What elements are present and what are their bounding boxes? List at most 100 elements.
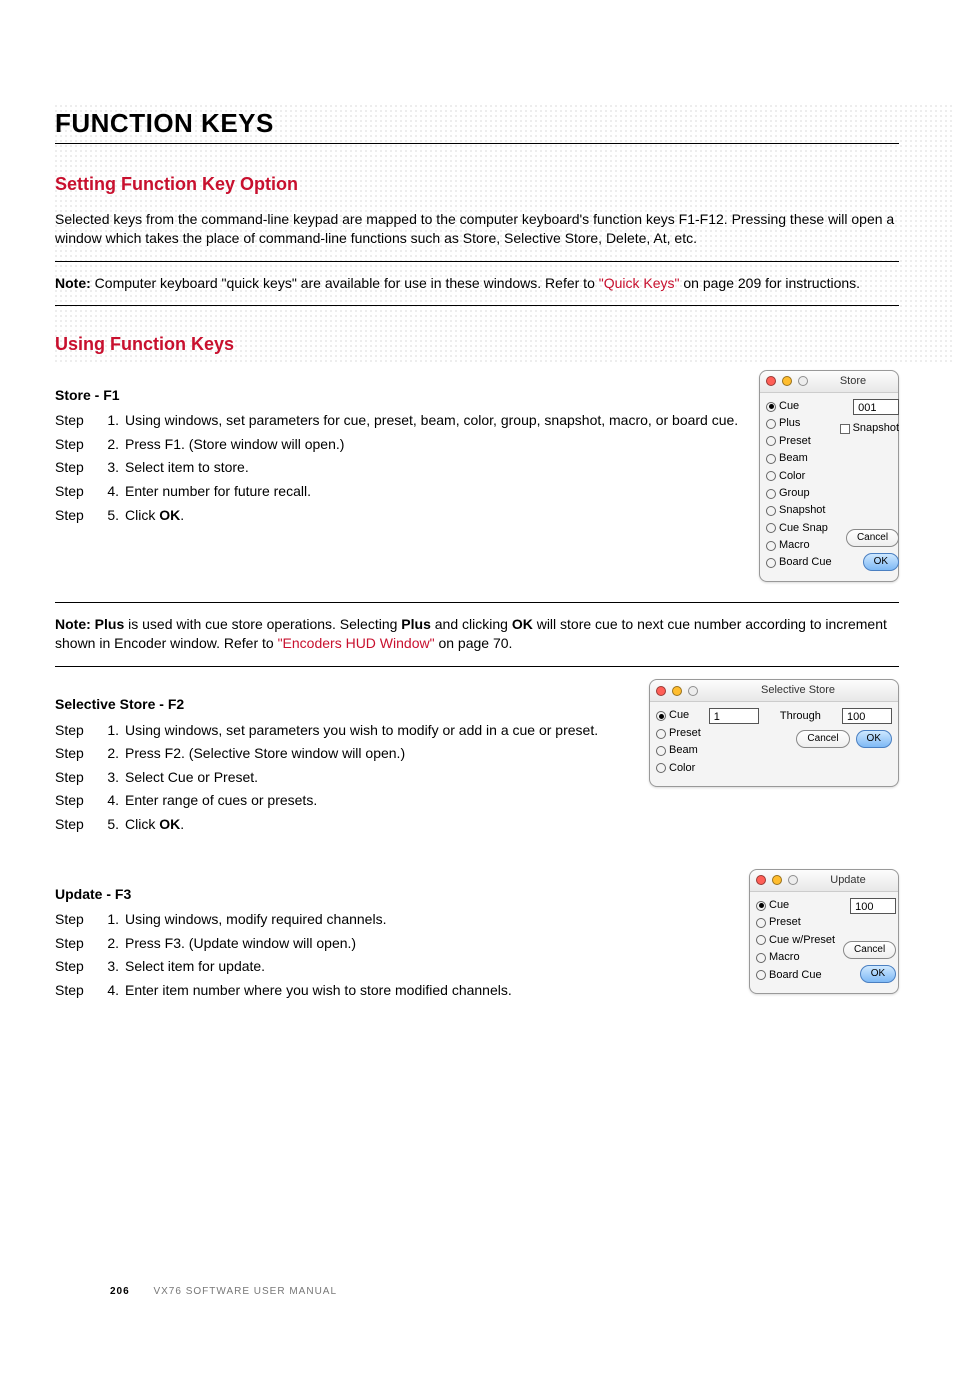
- step-label: Step: [55, 721, 103, 741]
- checkbox-snapshot[interactable]: [840, 424, 850, 434]
- step-number: 5.: [103, 815, 125, 835]
- note-text: Plus: [91, 616, 124, 632]
- dialog-title: Selective Store: [704, 683, 892, 698]
- radio-cue[interactable]: [756, 901, 766, 911]
- cancel-button[interactable]: Cancel: [846, 529, 899, 547]
- dialog-title: Store: [814, 374, 892, 389]
- dialog-update: Update Cue Preset Cue w/Preset Macro Boa…: [749, 869, 899, 994]
- cancel-button[interactable]: Cancel: [796, 730, 849, 748]
- radio-label: Preset: [769, 915, 801, 930]
- radio-cue[interactable]: [766, 402, 776, 412]
- zoom-icon[interactable]: [798, 376, 808, 386]
- radio-color[interactable]: [656, 763, 666, 773]
- step-number: 2.: [103, 934, 125, 954]
- radio-label: Beam: [779, 451, 808, 466]
- step-number: 3.: [103, 957, 125, 977]
- minimize-icon[interactable]: [782, 376, 792, 386]
- ok-button[interactable]: OK: [863, 553, 899, 571]
- radio-snapshot[interactable]: [766, 506, 776, 516]
- step-text: Select Cue or Preset.: [125, 768, 629, 788]
- dialog-store: Store Cue Plus Preset Beam Color Group S…: [759, 370, 899, 582]
- ok-button[interactable]: OK: [860, 965, 896, 983]
- step-number: 3.: [103, 458, 125, 478]
- step-number: 1.: [103, 721, 125, 741]
- subhead-selective-store: Selective Store - F2: [55, 695, 629, 715]
- step-text: Using windows, set parameters you wish t…: [125, 721, 629, 741]
- intro-paragraph: Selected keys from the command-line keyp…: [55, 210, 899, 249]
- radio-label: Group: [779, 486, 810, 501]
- page-footer: 206 VX76 SOFTWARE USER MANUAL: [110, 1285, 337, 1299]
- note-label: Note:: [55, 275, 91, 291]
- radio-preset[interactable]: [756, 918, 766, 928]
- step-text: Click OK.: [125, 506, 739, 526]
- checkbox-label: Snapshot: [853, 421, 899, 436]
- zoom-icon[interactable]: [788, 875, 798, 885]
- link-encoders[interactable]: "Encoders HUD Window": [278, 635, 435, 651]
- step-label: Step: [55, 506, 103, 526]
- close-icon[interactable]: [756, 875, 766, 885]
- note-text: and clicking: [431, 616, 512, 632]
- radio-beam[interactable]: [766, 454, 776, 464]
- radio-label: Beam: [669, 743, 698, 758]
- radio-boardcue[interactable]: [766, 558, 776, 568]
- radio-macro[interactable]: [766, 541, 776, 551]
- range-from-input[interactable]: 1: [709, 708, 759, 724]
- step-text: Using windows, set parameters for cue, p…: [125, 411, 739, 431]
- page-number: 206: [110, 1286, 130, 1297]
- radio-group[interactable]: [766, 489, 776, 499]
- radio-beam[interactable]: [656, 746, 666, 756]
- step-number: 1.: [103, 910, 125, 930]
- radio-label: Snapshot: [779, 503, 825, 518]
- radio-label: Cue: [669, 708, 689, 723]
- close-icon[interactable]: [766, 376, 776, 386]
- step-text: Using windows, modify required channels.: [125, 910, 729, 930]
- radio-boardcue[interactable]: [756, 970, 766, 980]
- step-number: 5.: [103, 506, 125, 526]
- radio-label: Color: [669, 761, 695, 776]
- step-label: Step: [55, 815, 103, 835]
- note-text: Computer keyboard "quick keys" are avail…: [91, 275, 599, 291]
- radio-label: Cue w/Preset: [769, 933, 835, 948]
- radio-label: Cue Snap: [779, 521, 828, 536]
- radio-label: Cue: [769, 898, 789, 913]
- minimize-icon[interactable]: [772, 875, 782, 885]
- dialog-titlebar: Store: [760, 371, 898, 393]
- radio-macro[interactable]: [756, 953, 766, 963]
- radio-preset[interactable]: [656, 729, 666, 739]
- cancel-button[interactable]: Cancel: [843, 941, 896, 959]
- radio-cuesnap[interactable]: [766, 523, 776, 533]
- zoom-icon[interactable]: [688, 686, 698, 696]
- radio-list: Cue Plus Preset Beam Color Group Snapsho…: [766, 399, 832, 571]
- divider: [55, 602, 899, 603]
- step-label: Step: [55, 981, 103, 1001]
- step-text: Press F3. (Update window will open.): [125, 934, 729, 954]
- ok-button[interactable]: OK: [856, 730, 892, 748]
- radio-preset[interactable]: [766, 436, 776, 446]
- divider: [55, 305, 899, 306]
- step-number: 4.: [103, 791, 125, 811]
- section-heading-using: Using Function Keys: [55, 332, 899, 357]
- steps-selective-store: Step1.Using windows, set parameters you …: [55, 721, 629, 835]
- step-text: Enter range of cues or presets.: [125, 791, 629, 811]
- dialog-titlebar: Update: [750, 870, 898, 892]
- radio-cue-w-preset[interactable]: [756, 935, 766, 945]
- link-quick-keys[interactable]: "Quick Keys": [599, 275, 680, 291]
- step-label: Step: [55, 910, 103, 930]
- step-text: Enter item number where you wish to stor…: [125, 981, 729, 1001]
- subhead-store: Store - F1: [55, 386, 739, 406]
- number-input[interactable]: 001: [853, 399, 899, 415]
- radio-cue[interactable]: [656, 711, 666, 721]
- dialog-selective-store: Selective Store Cue Preset Beam Color 1 …: [649, 679, 899, 787]
- minimize-icon[interactable]: [672, 686, 682, 696]
- close-icon[interactable]: [656, 686, 666, 696]
- note-plus: Note: Plus is used with cue store operat…: [55, 615, 899, 654]
- step-number: 4.: [103, 981, 125, 1001]
- step-label: Step: [55, 458, 103, 478]
- step-number: 4.: [103, 482, 125, 502]
- step-label: Step: [55, 744, 103, 764]
- radio-plus[interactable]: [766, 419, 776, 429]
- number-input[interactable]: 100: [850, 898, 896, 914]
- step-text: Press F1. (Store window will open.): [125, 435, 739, 455]
- range-to-input[interactable]: 100: [842, 708, 892, 724]
- radio-color[interactable]: [766, 471, 776, 481]
